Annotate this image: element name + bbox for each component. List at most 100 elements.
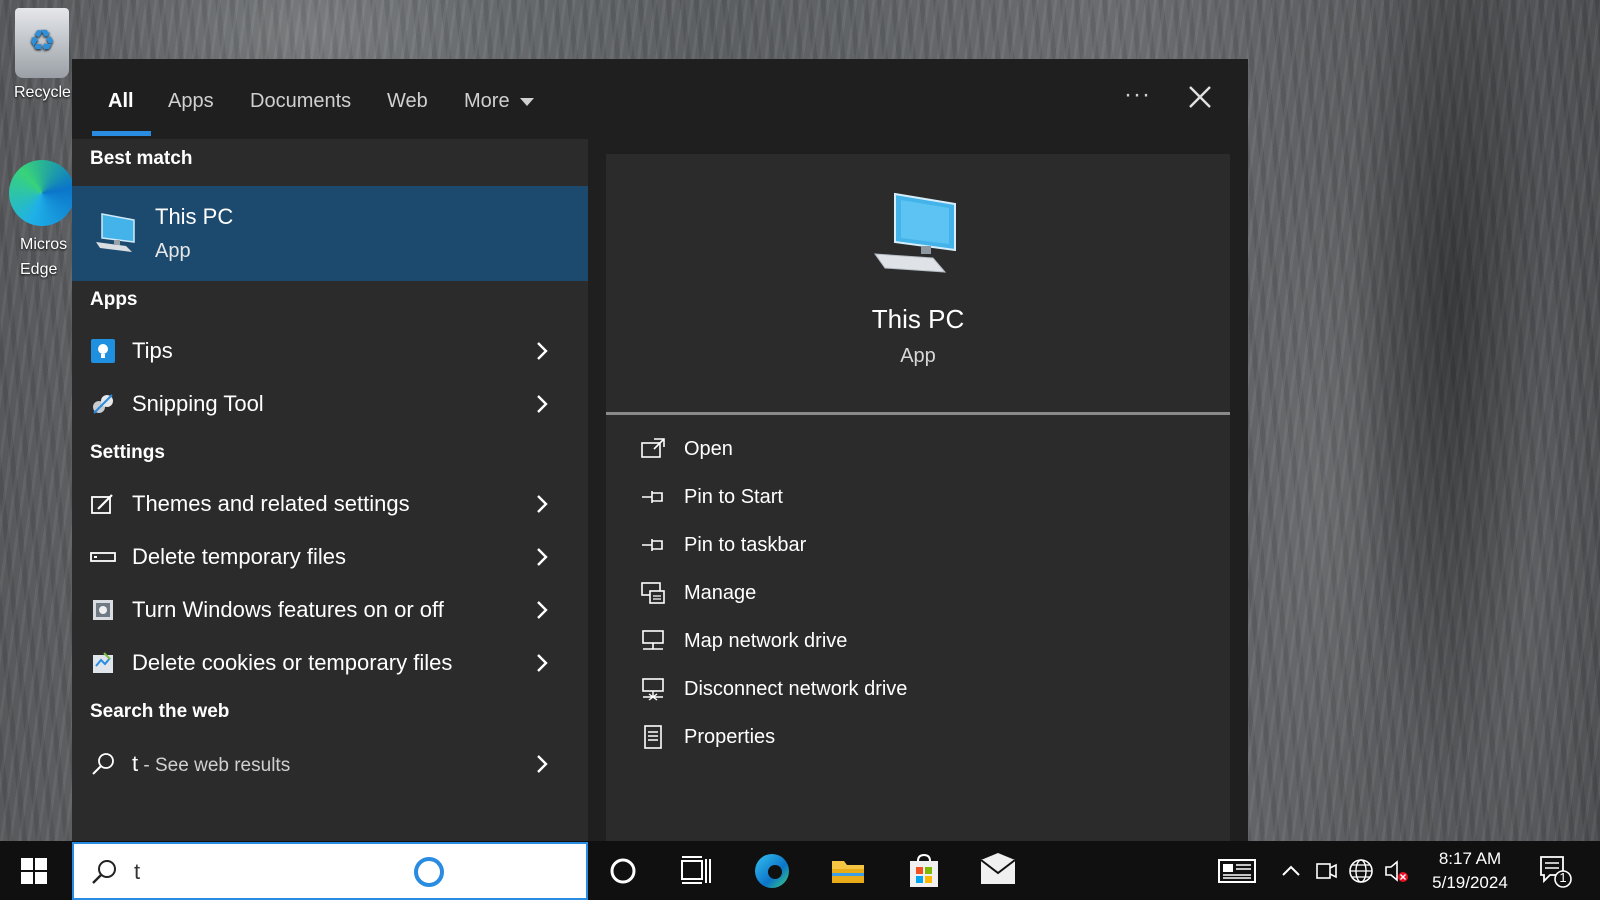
active-tab-indicator: [92, 131, 151, 136]
results-panel: Best match This PC App Apps Tips Snippin…: [72, 139, 588, 841]
action-open[interactable]: Open: [606, 428, 1230, 472]
detail-title: This PC: [871, 304, 965, 334]
result-item-delete-cookies[interactable]: Delete cookies or temporary files: [72, 638, 588, 688]
result-item-web-search[interactable]: t - See web results: [72, 739, 588, 789]
result-item-snipping-tool[interactable]: Snipping Tool: [72, 379, 588, 429]
snipping-tool-icon: [93, 394, 113, 414]
volume-muted-icon[interactable]: [1383, 858, 1409, 884]
filter-tabs: All Apps Documents Web More ···: [72, 59, 1248, 139]
task-view-icon[interactable]: [676, 851, 716, 891]
themes-icon: [91, 494, 113, 514]
this-pc-large-icon: [873, 192, 956, 273]
edge-desktop-icon[interactable]: Micros Edge: [2, 160, 82, 282]
apps-heading: Apps: [90, 289, 138, 310]
action-label: Open: [684, 438, 733, 460]
best-match-title: This PC: [155, 204, 234, 229]
taskbar: 8:17 AM 5/19/2024 1: [0, 841, 1600, 900]
edge-icon: [9, 160, 75, 226]
detail-divider: [606, 412, 1230, 415]
recycle-bin-icon: [15, 8, 69, 78]
best-match-item[interactable]: This PC App: [72, 186, 588, 281]
chevron-right-icon[interactable]: [533, 339, 551, 363]
result-item-windows-features[interactable]: Turn Windows features on or off: [72, 585, 588, 635]
windows-features-icon: [93, 600, 113, 620]
pin-icon: [642, 539, 663, 551]
tab-more[interactable]: More: [464, 86, 534, 116]
recycle-bin-desktop-icon[interactable]: Recycle: [2, 8, 82, 102]
news-icon[interactable]: [1218, 858, 1256, 884]
settings-heading: Settings: [90, 442, 165, 463]
chevron-right-icon[interactable]: [533, 651, 551, 675]
taskbar-clock[interactable]: 8:17 AM 5/19/2024: [1415, 847, 1525, 895]
action-label: Map network drive: [684, 630, 848, 652]
meet-now-icon[interactable]: [1313, 858, 1339, 884]
web-suffix: - See web results: [138, 755, 291, 776]
detail-subtitle: App: [900, 345, 936, 367]
desktop-icon-label: Micros Edge: [20, 236, 68, 278]
chevron-right-icon[interactable]: [533, 598, 551, 622]
desktop-icon-label: Recycle: [14, 84, 71, 101]
tab-web[interactable]: Web: [387, 86, 428, 116]
network-icon[interactable]: [1348, 858, 1374, 884]
search-icon: [92, 860, 116, 884]
chevron-right-icon[interactable]: [533, 752, 551, 776]
action-label: Properties: [684, 726, 776, 748]
result-label: Delete temporary files: [132, 544, 346, 569]
pin-icon: [642, 491, 663, 503]
disconnect-drive-icon: [642, 678, 664, 701]
this-pc-icon: [96, 213, 135, 252]
action-properties[interactable]: Properties: [606, 716, 1230, 760]
tab-more-label: More: [464, 90, 510, 112]
internet-options-icon: [93, 652, 113, 673]
chevron-right-icon[interactable]: [533, 492, 551, 516]
caret-down-icon: [519, 97, 534, 106]
open-icon: [641, 438, 665, 458]
result-label: Tips: [132, 338, 173, 363]
action-manage[interactable]: Manage: [606, 572, 1230, 616]
storage-icon: [90, 552, 116, 562]
action-map-network-drive[interactable]: Map network drive: [606, 620, 1230, 664]
search-icon: [92, 753, 114, 775]
action-label: Pin to Start: [684, 486, 783, 508]
result-label: Turn Windows features on or off: [132, 597, 444, 622]
windows-start-icon[interactable]: [20, 857, 48, 885]
result-label: Themes and related settings: [132, 491, 410, 516]
search-input[interactable]: [134, 856, 414, 888]
taskbar-search-box[interactable]: [72, 842, 588, 900]
action-pin-to-taskbar[interactable]: Pin to taskbar: [606, 524, 1230, 568]
more-options-button[interactable]: ···: [1124, 81, 1151, 109]
manage-icon: [641, 582, 665, 604]
result-item-tips[interactable]: Tips: [72, 326, 588, 376]
result-item-delete-temp-files[interactable]: Delete temporary files: [72, 532, 588, 582]
chevron-right-icon[interactable]: [533, 392, 551, 416]
mail-icon[interactable]: [978, 851, 1018, 891]
clock-time: 8:17 AM: [1438, 849, 1502, 868]
action-label: Pin to taskbar: [684, 534, 807, 556]
chevron-right-icon[interactable]: [533, 545, 551, 569]
cortana-circle-icon[interactable]: [603, 851, 643, 891]
action-label: Manage: [684, 582, 757, 604]
clock-date: 5/19/2024: [1432, 873, 1508, 892]
action-disconnect-network-drive[interactable]: Disconnect network drive: [606, 668, 1230, 712]
result-label: Snipping Tool: [132, 391, 264, 416]
web-search-label: t - See web results: [132, 751, 290, 777]
cortana-icon[interactable]: [414, 857, 444, 887]
notification-count-badge: 1: [1559, 870, 1567, 885]
search-web-heading: Search the web: [90, 701, 230, 722]
best-match-heading: Best match: [90, 148, 193, 169]
edge-icon[interactable]: [752, 851, 792, 891]
detail-panel: This PC App Open Pin to Start Pin to tas…: [606, 154, 1230, 841]
action-pin-to-start[interactable]: Pin to Start: [606, 476, 1230, 520]
tab-documents[interactable]: Documents: [250, 86, 351, 116]
file-explorer-icon[interactable]: [828, 851, 868, 891]
close-icon[interactable]: [1184, 81, 1216, 113]
search-flyout: All Apps Documents Web More ··· Best mat…: [72, 59, 1248, 841]
chevron-up-icon[interactable]: [1278, 858, 1304, 884]
result-label: Delete cookies or temporary files: [132, 650, 453, 675]
result-item-themes[interactable]: Themes and related settings: [72, 479, 588, 529]
map-drive-icon: [642, 630, 664, 650]
store-icon[interactable]: [904, 851, 944, 891]
action-label: Disconnect network drive: [684, 678, 908, 700]
tab-all[interactable]: All: [108, 86, 134, 116]
tab-apps[interactable]: Apps: [168, 86, 214, 116]
